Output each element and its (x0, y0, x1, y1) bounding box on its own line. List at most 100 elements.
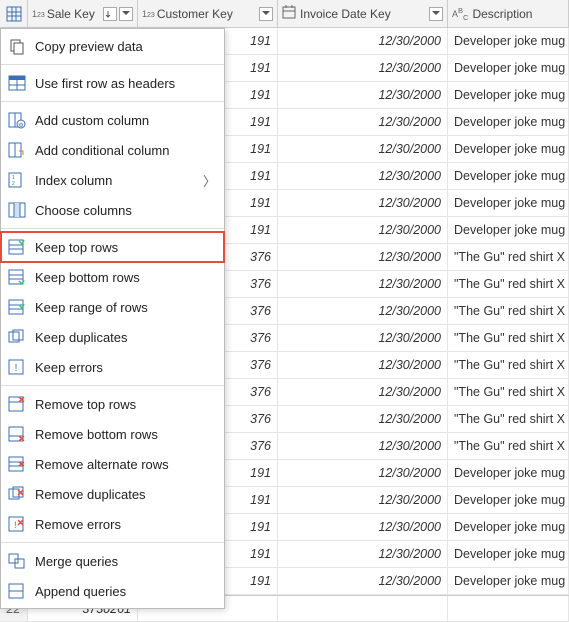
cell-invoice-date: 12/30/2000 (278, 271, 448, 297)
col-header-sale-key[interactable]: 123 Sale Key (28, 0, 138, 27)
cell-description: "The Gu" red shirt X (448, 325, 569, 351)
cell-invoice-date: 12/30/2000 (278, 217, 448, 243)
cell-description: Developer joke mug (448, 541, 569, 567)
cell-invoice-date: 12/30/2000 (278, 163, 448, 189)
menu-append-queries[interactable]: Append queries (1, 576, 224, 606)
remove-errors-icon: ! (7, 514, 27, 534)
menu-keep-duplicates[interactable]: Keep duplicates (1, 322, 224, 352)
menu-add-conditional-column[interactable]: Add conditional column (1, 135, 224, 165)
cell-description: Developer joke mug (448, 55, 569, 81)
menu-remove-errors[interactable]: ! Remove errors (1, 509, 224, 539)
filter-dropdown-icon[interactable] (259, 7, 273, 21)
date-type-icon (282, 5, 296, 22)
menu-keep-top-rows[interactable]: Keep top rows (1, 232, 224, 262)
cell-invoice-date: 12/30/2000 (278, 109, 448, 135)
remove-duplicates-icon (7, 484, 27, 504)
menu-merge-queries[interactable]: Merge queries (1, 546, 224, 576)
merge-icon (7, 551, 27, 571)
cell-invoice-date: 12/30/2000 (278, 514, 448, 540)
headers-icon (7, 73, 27, 93)
svg-text:!: ! (15, 363, 18, 374)
cell-description: Developer joke mug (448, 136, 569, 162)
remove-top-icon (7, 394, 27, 414)
cell-description: "The Gu" red shirt X (448, 244, 569, 270)
filter-dropdown-icon[interactable] (429, 7, 443, 21)
menu-copy-preview-data[interactable]: Copy preview data (1, 31, 224, 61)
cell-description: "The Gu" red shirt X (448, 433, 569, 459)
cell-description: "The Gu" red shirt X (448, 298, 569, 324)
menu-remove-duplicates[interactable]: Remove duplicates (1, 479, 224, 509)
keep-errors-icon: ! (7, 357, 27, 377)
cell-invoice-date: 12/30/2000 (278, 379, 448, 405)
remove-alternate-icon (7, 454, 27, 474)
keep-bottom-icon (7, 267, 27, 287)
svg-text:⚙: ⚙ (18, 122, 23, 129)
cell-invoice-date: 12/30/2000 (278, 82, 448, 108)
menu-keep-bottom-rows[interactable]: Keep bottom rows (1, 262, 224, 292)
cell-description: Developer joke mug (448, 82, 569, 108)
menu-keep-range-rows[interactable]: Keep range of rows (1, 292, 224, 322)
menu-remove-alternate-rows[interactable]: Remove alternate rows (1, 449, 224, 479)
keep-top-icon (7, 237, 27, 257)
cell-invoice-date (278, 596, 448, 621)
cell-invoice-date: 12/30/2000 (278, 28, 448, 54)
cell-description: Developer joke mug (448, 460, 569, 486)
menu-remove-top-rows[interactable]: Remove top rows (1, 389, 224, 419)
sort-desc-icon[interactable] (103, 7, 117, 21)
menu-remove-bottom-rows[interactable]: Remove bottom rows (1, 419, 224, 449)
chevron-right-icon: 〉 (203, 171, 216, 190)
filter-dropdown-icon[interactable] (119, 7, 133, 21)
cell-description: Developer joke mug (448, 514, 569, 540)
col-label: Sale Key (47, 7, 101, 21)
menu-keep-errors[interactable]: ! Keep errors (1, 352, 224, 382)
conditional-column-icon (7, 140, 27, 160)
table-menu-button[interactable] (0, 0, 28, 27)
cell-invoice-date: 12/30/2000 (278, 352, 448, 378)
menu-separator (1, 385, 224, 386)
remove-bottom-icon (7, 424, 27, 444)
cell-invoice-date: 12/30/2000 (278, 406, 448, 432)
table-context-menu: Copy preview data Use first row as heade… (0, 28, 225, 609)
col-header-customer-key[interactable]: 123 Customer Key (138, 0, 278, 27)
cell-description: Developer joke mug (448, 109, 569, 135)
index-column-icon: 12 (7, 170, 27, 190)
append-icon (7, 581, 27, 601)
menu-index-column[interactable]: 12 Index column 〉 (1, 165, 224, 195)
copy-icon (7, 36, 27, 56)
svg-text:2: 2 (12, 181, 15, 187)
menu-use-first-row-headers[interactable]: Use first row as headers (1, 68, 224, 98)
choose-columns-icon (7, 200, 27, 220)
keep-duplicates-icon (7, 327, 27, 347)
grid-header: 123 Sale Key 123 Customer Key Invoice Da… (0, 0, 569, 28)
cell-invoice-date: 12/30/2000 (278, 136, 448, 162)
svg-text:!: ! (14, 520, 17, 530)
cell-invoice-date: 12/30/2000 (278, 325, 448, 351)
menu-separator (1, 228, 224, 229)
cell-description: "The Gu" red shirt X (448, 406, 569, 432)
menu-separator (1, 542, 224, 543)
cell-invoice-date: 12/30/2000 (278, 433, 448, 459)
menu-add-custom-column[interactable]: ⚙ Add custom column (1, 105, 224, 135)
cell-invoice-date: 12/30/2000 (278, 487, 448, 513)
custom-column-icon: ⚙ (7, 110, 27, 130)
text-type-icon: ABC (452, 6, 468, 22)
cell-invoice-date: 12/30/2000 (278, 541, 448, 567)
cell-invoice-date: 12/30/2000 (278, 55, 448, 81)
col-label: Invoice Date Key (300, 7, 427, 21)
cell-description: Developer joke mug (448, 568, 569, 594)
cell-invoice-date: 12/30/2000 (278, 298, 448, 324)
cell-description: Developer joke mug (448, 217, 569, 243)
col-label: Description (472, 7, 564, 21)
cell-description: Developer joke mug (448, 163, 569, 189)
menu-separator (1, 101, 224, 102)
number-type-icon: 123 (32, 9, 45, 19)
cell-description: "The Gu" red shirt X (448, 379, 569, 405)
cell-description: "The Gu" red shirt X (448, 352, 569, 378)
keep-range-icon (7, 297, 27, 317)
col-label: Customer Key (157, 7, 257, 21)
cell-description: Developer joke mug (448, 190, 569, 216)
menu-choose-columns[interactable]: Choose columns (1, 195, 224, 225)
col-header-description[interactable]: ABC Description (448, 0, 569, 27)
cell-description: Developer joke mug (448, 28, 569, 54)
col-header-invoice-date-key[interactable]: Invoice Date Key (278, 0, 448, 27)
